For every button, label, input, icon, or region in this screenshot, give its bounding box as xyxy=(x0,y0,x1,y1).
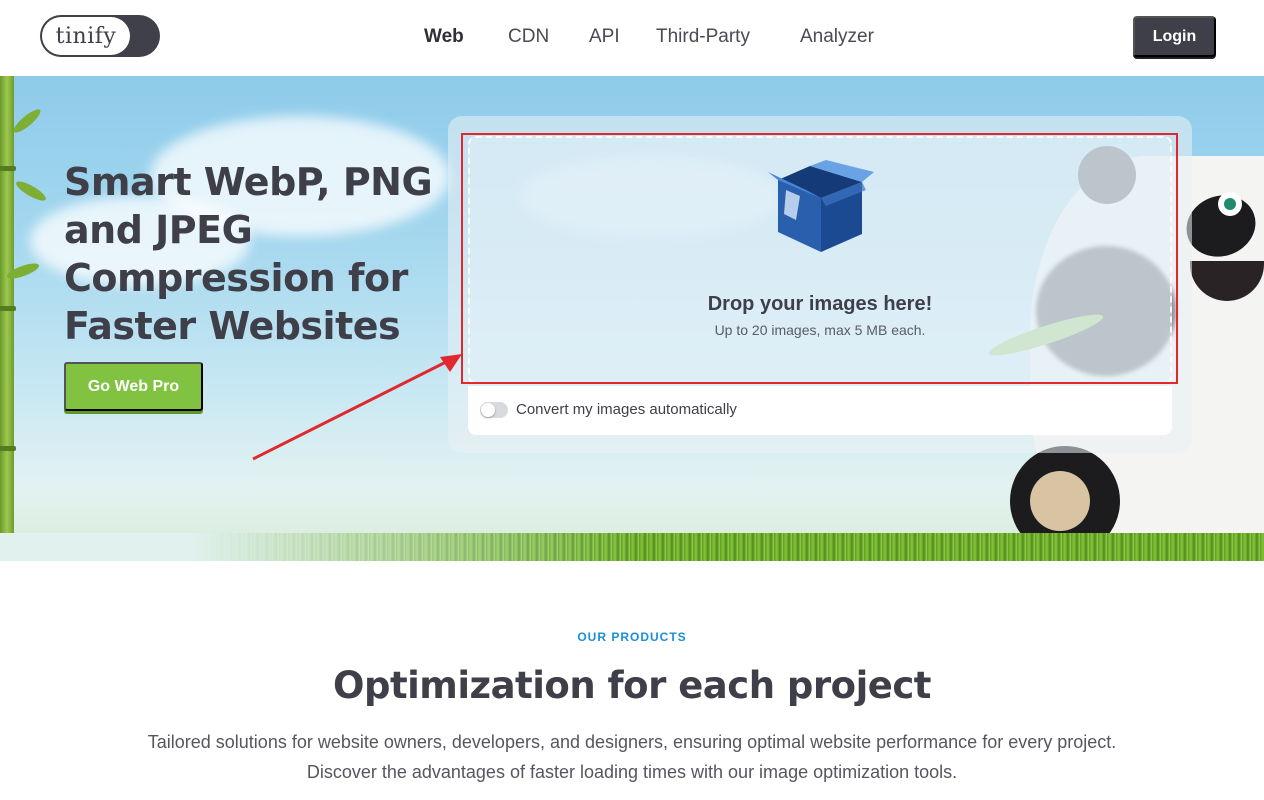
nav-item-analyzer[interactable]: Analyzer xyxy=(800,24,874,50)
bamboo-node xyxy=(0,166,16,171)
toggle-knob xyxy=(481,403,495,417)
panda-eye xyxy=(1218,192,1242,216)
nav-item-cdn[interactable]: CDN xyxy=(508,24,549,50)
annotation-highlight-box xyxy=(461,133,1178,384)
section-description: Tailored solutions for website owners, d… xyxy=(147,732,1117,782)
section-title: Optimization for each project xyxy=(333,664,931,707)
panda-paw xyxy=(1030,471,1090,531)
logo-text: tinify xyxy=(55,23,117,49)
bamboo-node xyxy=(0,446,16,451)
bamboo-decoration xyxy=(0,76,16,561)
section-eyebrow: OUR PRODUCTS xyxy=(577,630,687,644)
convert-label: Convert my images automatically xyxy=(516,401,737,418)
logo-pill: tinify xyxy=(42,17,130,55)
go-web-pro-button[interactable]: Go Web Pro xyxy=(64,362,203,411)
nav-item-third-party[interactable]: Third-Party xyxy=(656,24,750,50)
hero-title: Smart WebP, PNG and JPEG Compression for… xyxy=(64,160,433,348)
tinify-logo[interactable]: tinify xyxy=(40,15,160,57)
leaf-decoration xyxy=(10,106,44,136)
nav-item-api[interactable]: API xyxy=(589,24,620,50)
leaf-decoration xyxy=(13,178,49,204)
nav-item-web[interactable]: Web xyxy=(424,24,464,50)
hero-section: Smart WebP, PNG and JPEG Compression for… xyxy=(0,76,1264,561)
bamboo-node xyxy=(0,306,16,311)
site-header: tinify Web CDN API Third-Party Analyzer … xyxy=(0,0,1264,76)
login-button[interactable]: Login xyxy=(1133,16,1216,57)
grass-fade xyxy=(0,533,640,561)
convert-toggle[interactable] xyxy=(480,402,508,418)
convert-options-bar: Convert my images automatically xyxy=(468,386,1172,435)
